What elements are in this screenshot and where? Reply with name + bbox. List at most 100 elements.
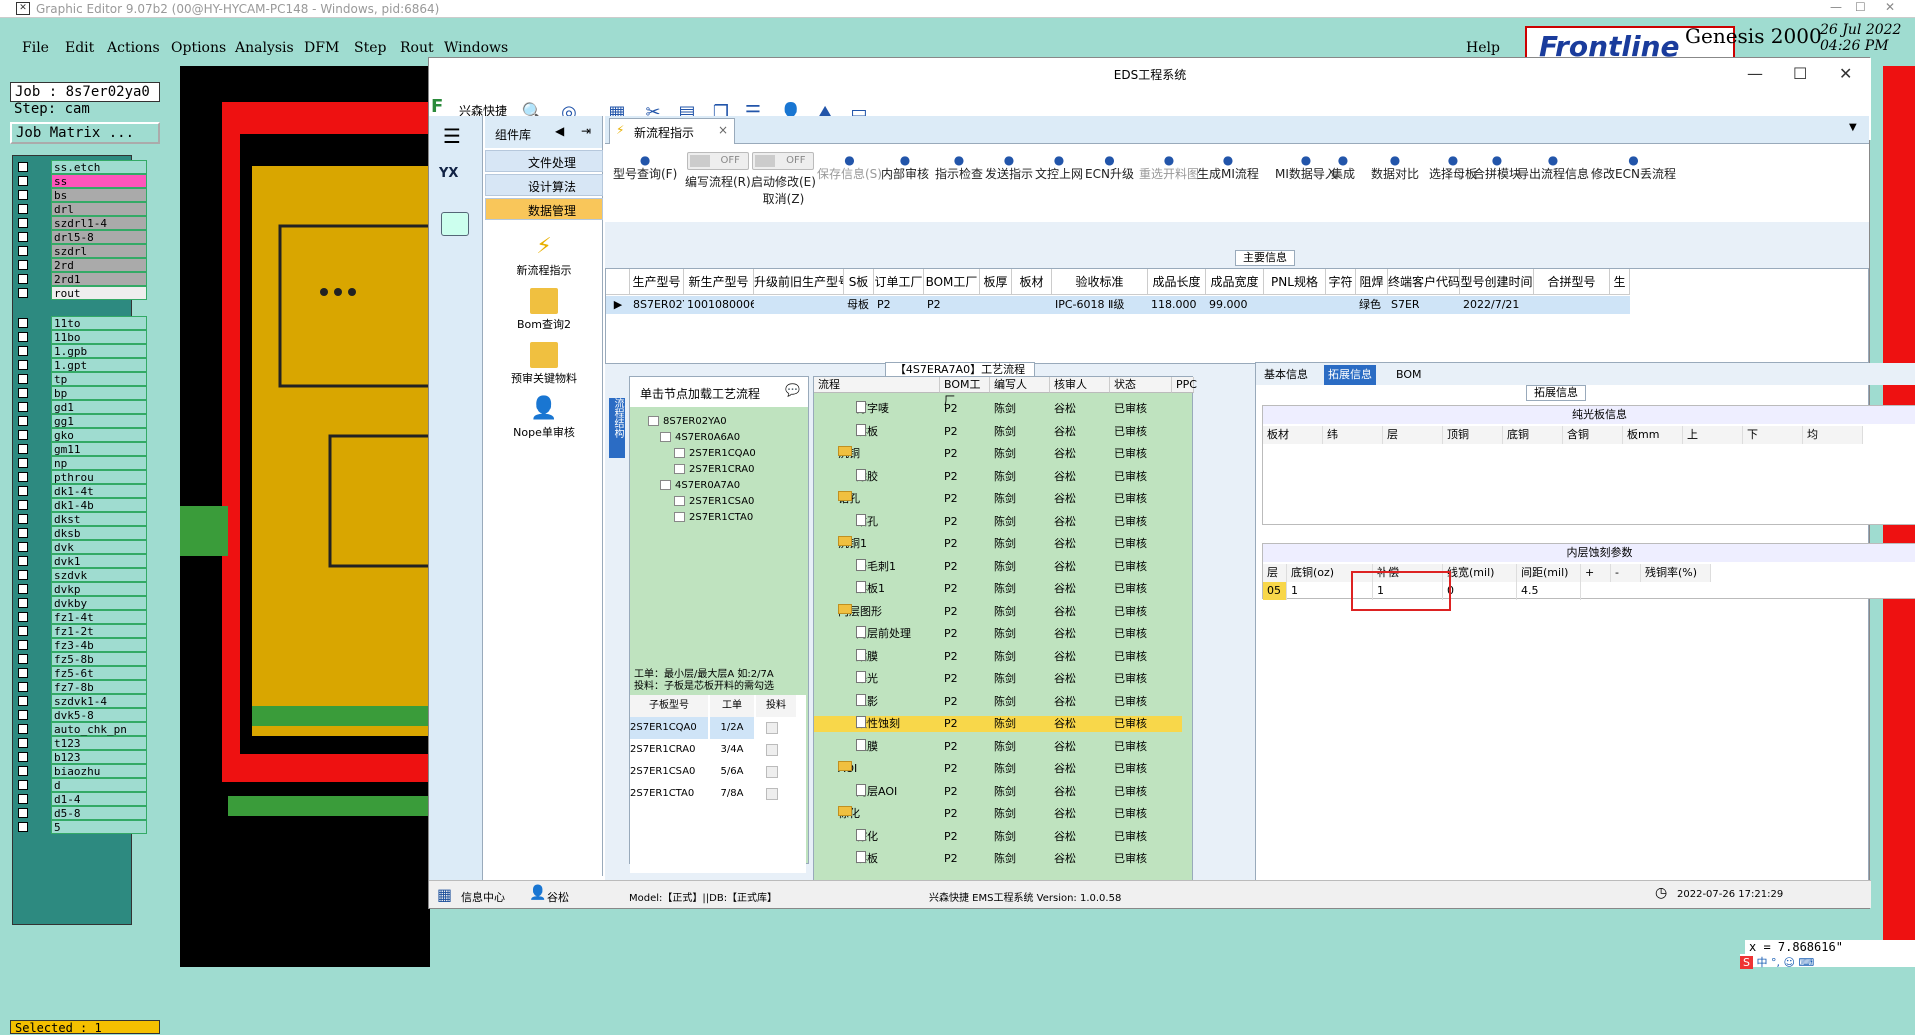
menu-analysis[interactable]: Analysis	[235, 40, 294, 56]
layer-checkbox[interactable]	[18, 360, 28, 370]
minimize-icon[interactable]: —	[1747, 64, 1763, 83]
tree-node[interactable]: 2S7ER1CQA0	[674, 447, 756, 461]
layer-checkbox[interactable]	[18, 402, 28, 412]
layer-name[interactable]: 11bo	[51, 330, 147, 344]
layer-name[interactable]: gg1	[51, 414, 147, 428]
layer-name[interactable]: dvk1	[51, 554, 147, 568]
layer-name[interactable]: fz3-4b	[51, 638, 147, 652]
flow-row[interactable]: AOI P2 陈剑 谷松 已审核	[814, 761, 1182, 777]
layer-checkbox[interactable]	[18, 346, 28, 356]
layer-checkbox[interactable]	[18, 416, 28, 426]
layer-name[interactable]: dvkby	[51, 596, 147, 610]
pure-col-header[interactable]: 上	[1683, 426, 1743, 444]
tab-basic-info[interactable]: 基本信息	[1260, 365, 1312, 385]
inner-col-header[interactable]: 层	[1263, 564, 1287, 582]
col-header[interactable]: 升级前旧生产型号	[754, 269, 844, 295]
layer-row[interactable]: dvk	[15, 540, 147, 554]
layer-row[interactable]: fz1-2t	[15, 624, 147, 638]
layer-row[interactable]: drl5-8	[15, 230, 147, 244]
toggle-switch[interactable]: OFF	[752, 152, 815, 170]
tab-new-flow[interactable]: ⚡ 新流程指示 ×	[609, 118, 735, 144]
layer-checkbox[interactable]	[18, 808, 28, 818]
col-header[interactable]: S板	[844, 269, 874, 295]
layer-row[interactable]: pthrou	[15, 470, 147, 484]
layer-name[interactable]: szdrl1-4	[51, 216, 147, 230]
layer-name[interactable]: drl5-8	[51, 230, 147, 244]
chevron-down-icon[interactable]: ▼	[1849, 122, 1857, 133]
toolbar-gear-button[interactable]: ● 生成MI流程	[1197, 152, 1259, 183]
pure-col-header[interactable]: 纬	[1323, 426, 1383, 444]
layer-name[interactable]: gd1	[51, 400, 147, 414]
pure-col-header[interactable]: 均	[1803, 426, 1863, 444]
layer-row[interactable]: fz3-4b	[15, 638, 147, 652]
flow-row[interactable]: 显影 P2 陈剑 谷松 已审核	[814, 693, 1182, 710]
layer-row[interactable]: bp	[15, 386, 147, 400]
layer-checkbox[interactable]	[18, 724, 28, 734]
layer-checkbox[interactable]	[18, 556, 28, 566]
flow-col-header[interactable]: BOM工厂	[940, 377, 990, 407]
layer-checkbox[interactable]	[18, 204, 28, 214]
layer-name[interactable]: 1.gpt	[51, 358, 147, 372]
sub-cell[interactable]: 2S7ER1CSA0	[630, 761, 708, 783]
layer-checkbox[interactable]	[18, 472, 28, 482]
layer-name[interactable]: gko	[51, 428, 147, 442]
layer-checkbox[interactable]	[18, 514, 28, 524]
layer-name[interactable]: 2rd	[51, 258, 147, 272]
inner-col-header[interactable]: 间距(mil)	[1517, 564, 1581, 582]
layer-row[interactable]: gg1	[15, 414, 147, 428]
layer-row[interactable]: d1-4	[15, 792, 147, 806]
sub-col-header[interactable]: 投料	[756, 695, 796, 717]
layer-row[interactable]: gd1	[15, 400, 147, 414]
layer-checkbox[interactable]	[18, 332, 28, 342]
layer-name[interactable]: d	[51, 778, 147, 792]
layer-name[interactable]: szdvk1-4	[51, 694, 147, 708]
inner-cell[interactable]: 0	[1443, 582, 1517, 600]
layer-row[interactable]: dvk1	[15, 554, 147, 568]
flow-row[interactable]: 打字唛 P2 陈剑 谷松 已审核	[814, 401, 1182, 417]
pure-col-header[interactable]: 下	[1743, 426, 1803, 444]
flow-row[interactable]: 贴膜 P2 陈剑 谷松 已审核	[814, 648, 1182, 665]
layer-row[interactable]: ss.etch	[15, 160, 147, 174]
layer-row[interactable]: dvkp	[15, 582, 147, 596]
flow-row[interactable]: 钻孔 P2 陈剑 谷松 已审核	[814, 513, 1182, 530]
layer-name[interactable]: tp	[51, 372, 147, 386]
toolbar-image-button[interactable]: ● 重选开料图	[1139, 152, 1199, 183]
sub-checkbox[interactable]	[766, 788, 778, 800]
layer-row[interactable]: b123	[15, 750, 147, 764]
inner-col-header[interactable]: 残铜率(%)	[1641, 564, 1711, 582]
layer-name[interactable]: dk1-4b	[51, 498, 147, 512]
toolbar-toggle-button[interactable]: OFF 编写流程(R)	[685, 152, 751, 191]
layer-checkbox[interactable]	[18, 612, 28, 622]
layer-checkbox[interactable]	[18, 640, 28, 650]
layer-name[interactable]: 5	[51, 820, 147, 834]
layer-row[interactable]: bs	[15, 188, 147, 202]
layer-name[interactable]: pthrou	[51, 470, 147, 484]
layer-checkbox[interactable]	[18, 458, 28, 468]
layer-row[interactable]: rout	[15, 286, 147, 300]
layer-row[interactable]: 5	[15, 820, 147, 834]
toolbar-shuffle-button[interactable]: ● 选择母板	[1429, 152, 1477, 183]
layer-row[interactable]: 11to	[15, 316, 147, 330]
col-header[interactable]: 成品宽度	[1206, 269, 1264, 295]
toolbar-upload-button[interactable]: ● 发送指示	[985, 152, 1033, 183]
layer-name[interactable]: np	[51, 456, 147, 470]
layer-checkbox[interactable]	[18, 260, 28, 270]
layer-name[interactable]: fz7-8b	[51, 680, 147, 694]
layer-checkbox[interactable]	[18, 246, 28, 256]
col-header[interactable]: BOM工厂	[924, 269, 980, 295]
flow-row[interactable]: 烘板1 P2 陈剑 谷松 已审核	[814, 581, 1182, 597]
tree-node[interactable]: 8S7ER02YA0	[648, 415, 727, 429]
back-icon[interactable]: ◀	[555, 124, 564, 138]
maximize-icon[interactable]: ☐	[1793, 64, 1807, 83]
layer-row[interactable]: fz5-6t	[15, 666, 147, 680]
layer-name[interactable]: fz5-8b	[51, 652, 147, 666]
layer-row[interactable]: szdrl1-4	[15, 216, 147, 230]
layer-checkbox[interactable]	[18, 584, 28, 594]
menu-actions[interactable]: Actions	[107, 40, 160, 56]
sub-col-header[interactable]: 子板型号	[630, 695, 708, 717]
flow-col-header[interactable]: 状态	[1110, 377, 1172, 393]
pin-icon[interactable]: ⇥	[581, 124, 591, 138]
flow-row[interactable]: 内层图形 P2 陈剑 谷松 已审核	[814, 603, 1182, 620]
menu-help[interactable]: Help	[1466, 40, 1500, 56]
col-header[interactable]: 板厚	[980, 269, 1012, 295]
